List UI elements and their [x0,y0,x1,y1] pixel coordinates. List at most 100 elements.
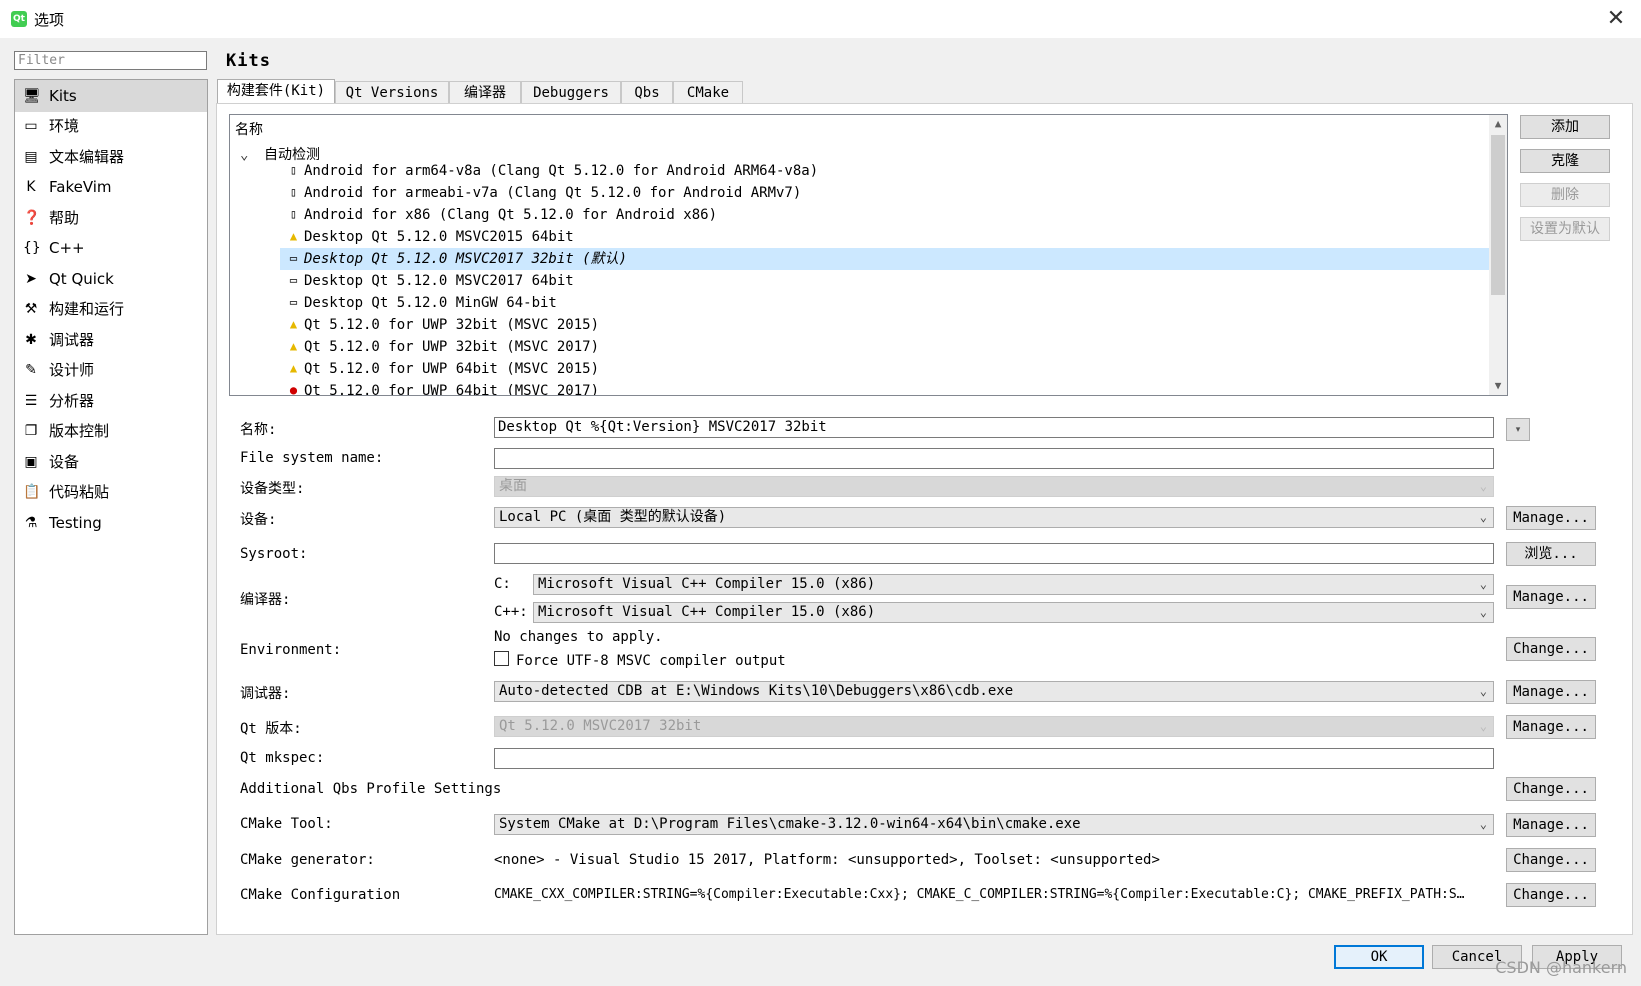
sidebar-item-designer[interactable]: ✎ 设计师 [15,354,207,386]
warning-icon: ▲ [289,229,298,243]
fs-name-label: File system name: [240,450,384,466]
tab-kits[interactable]: 构建套件(Kit) [217,79,335,104]
tab-qt-versions[interactable]: Qt Versions [335,81,449,103]
scroll-up-icon[interactable]: ▲ [1489,115,1507,133]
clone-kit-button[interactable]: 克隆 [1520,149,1610,173]
chevron-down-icon[interactable]: ⌄ [240,147,254,163]
hammer-icon: ⚒ [24,301,38,317]
kit-row[interactable]: ▯ Android for x86 (Clang Qt 5.12.0 for A… [280,204,1500,226]
remove-kit-button[interactable]: 删除 [1520,183,1610,207]
tab-cmake[interactable]: CMake [673,81,743,103]
qt-version-select[interactable]: Qt 5.12.0 MSVC2017 32bit ⌄ [494,716,1494,737]
cmake-tool-select[interactable]: System CMake at D:\Program Files\cmake-3… [494,814,1494,835]
tree-scrollbar[interactable]: ▲ ▼ [1489,115,1507,395]
sidebar: 🖥 Kits ▭ 环境 ▤ 文本编辑器 K FakeVim ❓ 帮助 {} C+… [14,79,208,935]
browse-sysroot-button[interactable]: 浏览... [1506,542,1596,566]
chevron-down-icon: ⌄ [1479,605,1487,619]
help-icon: ❓ [23,210,41,226]
ok-button[interactable]: OK [1334,945,1424,969]
sidebar-item-environment[interactable]: ▭ 环境 [15,110,207,142]
kit-row[interactable]: ▲ Qt 5.12.0 for UWP 64bit (MSVC 2015) [280,358,1500,380]
force-utf8-checkbox[interactable] [494,651,509,666]
change-environment-button[interactable]: Change... [1506,637,1596,661]
tab-compilers[interactable]: 编译器 [449,81,521,103]
cmake-generator-label: CMake generator: [240,852,375,868]
device-icon: ▣ [24,454,38,470]
tab-debuggers[interactable]: Debuggers [521,81,621,103]
sidebar-item-version-control[interactable]: ❐ 版本控制 [15,415,207,447]
sidebar-item-qt-quick[interactable]: ➤ Qt Quick [15,263,207,295]
kits-icon: 🖥 [23,88,41,104]
device-select[interactable]: Local PC (桌面 类型的默认设备) ⌄ [494,507,1494,528]
environment-status: No changes to apply. [494,629,663,645]
debugger-select[interactable]: Auto-detected CDB at E:\Windows Kits\10\… [494,681,1494,702]
sysroot-input[interactable] [494,543,1494,564]
sidebar-item-testing[interactable]: ⚗ Testing [15,507,207,539]
device-type-select[interactable]: 桌面 ⌄ [494,476,1494,497]
cmake-config-value: CMAKE_CXX_COMPILER:STRING=%{Compiler:Exe… [494,887,1465,902]
manage-debugger-button[interactable]: Manage... [1506,680,1596,704]
manage-cmake-button[interactable]: Manage... [1506,813,1596,837]
kit-row[interactable]: ▲ Qt 5.12.0 for UWP 32bit (MSVC 2017) [280,336,1500,358]
qt-version-label: Qt 版本: [240,721,302,737]
c-compiler-select[interactable]: Microsoft Visual C++ Compiler 15.0 (x86)… [533,574,1494,595]
sidebar-item-help[interactable]: ❓ 帮助 [15,202,207,234]
kit-tree[interactable]: 名称 ⌄ 自动检测 ▯ Android for arm64-v8a (Clang … [229,114,1508,396]
fakevim-icon: K [26,179,36,195]
sidebar-item-code-paste[interactable]: 📋 代码粘贴 [15,476,207,508]
tree-header-name: 名称 [235,122,263,138]
mkspec-input[interactable] [494,748,1494,769]
sidebar-item-build-run[interactable]: ⚒ 构建和运行 [15,293,207,325]
kit-row[interactable]: ▯ Android for arm64-v8a (Clang Qt 5.12.0… [280,160,1500,182]
text-editor-icon: ▤ [24,149,38,165]
sidebar-item-text-editor[interactable]: ▤ 文本编辑器 [15,141,207,173]
version-control-icon: ❐ [24,423,38,439]
filter-input[interactable]: Filter [14,51,207,70]
sidebar-item-cpp[interactable]: {} C++ [15,232,207,264]
scroll-thumb[interactable] [1491,135,1505,295]
manage-qt-version-button[interactable]: Manage... [1506,715,1596,739]
kit-row[interactable]: ▲ Desktop Qt 5.12.0 MSVC2015 64bit [280,226,1500,248]
close-icon[interactable]: ✕ [1603,6,1629,32]
kit-name-input[interactable]: Desktop Qt %{Qt:Version} MSVC2017 32bit [494,417,1494,438]
kit-row[interactable]: ▯ Android for armeabi-v7a (Clang Qt 5.12… [280,182,1500,204]
manage-device-button[interactable]: Manage... [1506,506,1596,530]
sidebar-item-debugger[interactable]: ✱ 调试器 [15,324,207,356]
qt-quick-icon: ➤ [25,271,37,287]
change-qbs-button[interactable]: Change... [1506,777,1596,801]
add-kit-button[interactable]: 添加 [1520,115,1610,139]
chevron-down-icon: ⌄ [1479,817,1487,831]
kit-row[interactable]: ▭ Desktop Qt 5.12.0 MinGW 64-bit [280,292,1500,314]
cpp-compiler-select[interactable]: Microsoft Visual C++ Compiler 15.0 (x86)… [533,602,1494,623]
flask-icon: ⚗ [24,515,38,531]
make-default-button[interactable]: 设置为默认 [1520,217,1610,241]
force-utf8-label: Force UTF-8 MSVC compiler output [516,653,786,669]
scroll-down-icon[interactable]: ▼ [1489,377,1507,395]
braces-icon: {} [23,240,41,256]
pencil-icon: ✎ [25,362,37,378]
desktop-icon: ▭ [289,251,298,265]
kit-icon-button[interactable]: ▾ [1506,418,1530,441]
sidebar-item-analyzer[interactable]: ☰ 分析器 [15,385,207,417]
mkspec-label: Qt mkspec: [240,750,325,766]
warning-icon: ▲ [289,317,298,331]
sidebar-item-devices[interactable]: ▣ 设备 [15,446,207,478]
kit-row[interactable]: ▲ Qt 5.12.0 for UWP 32bit (MSVC 2015) [280,314,1500,336]
cmake-config-label: CMake Configuration [240,887,401,903]
kit-row[interactable]: ● Qt 5.12.0 for UWP 64bit (MSVC 2017) [280,380,1500,395]
device-type-label: 设备类型: [240,481,305,497]
change-cmake-config-button[interactable]: Change... [1506,883,1596,907]
chevron-down-icon: ⌄ [1479,479,1487,493]
sysroot-label: Sysroot: [240,546,308,562]
kit-row[interactable]: ▭ Desktop Qt 5.12.0 MSVC2017 64bit [280,270,1500,292]
change-cmake-generator-button[interactable]: Change... [1506,848,1596,872]
android-device-icon: ▯ [289,163,298,177]
fs-name-input[interactable] [494,448,1494,469]
android-device-icon: ▯ [289,185,298,199]
name-label: 名称: [240,422,277,438]
manage-compiler-button[interactable]: Manage... [1506,585,1596,609]
sidebar-item-fakevim[interactable]: K FakeVim [15,171,207,203]
tab-qbs[interactable]: Qbs [621,81,673,103]
kit-row-selected[interactable]: ▭ Desktop Qt 5.12.0 MSVC2017 32bit (默认) [280,248,1500,270]
sidebar-item-kits[interactable]: 🖥 Kits [15,80,207,112]
